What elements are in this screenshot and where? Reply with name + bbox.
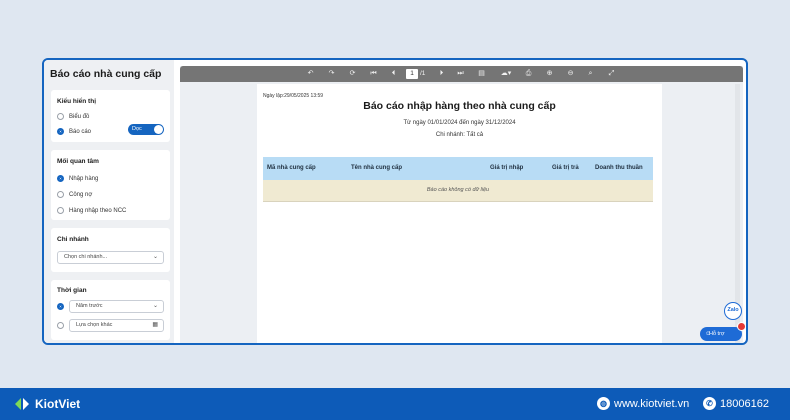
branch-select[interactable]: Chọn chi nhánh... ⌄ (57, 251, 164, 264)
display-option-chart-label: Biểu đồ (69, 113, 90, 120)
radio-debt[interactable] (57, 191, 64, 198)
kiotviet-logo-icon (15, 398, 29, 410)
globe-icon: ◍ (597, 397, 610, 410)
orientation-toggle-label: Dọc (132, 126, 142, 132)
concern-option-purchase-label: Nhập hàng (69, 175, 99, 182)
filter-sidebar: Báo cáo nhà cung cấp Kiểu hiển thị Biểu … (44, 60, 174, 343)
time-custom-picker[interactable]: Lựa chọn khác ▦ (69, 319, 164, 332)
zoom-out-icon[interactable]: ⊖ (565, 69, 576, 79)
fullscreen-icon[interactable]: ⤢ (606, 69, 617, 79)
report-branch: Chi nhánh: Tất cả (435, 132, 484, 138)
radio-purchase[interactable] (57, 175, 64, 182)
app-frame: Báo cáo nhà cung cấp Kiểu hiển thị Biểu … (42, 58, 748, 345)
concern-option-debt-label: Công nợ (69, 191, 93, 198)
concern-option-debt[interactable]: Công nợ (57, 191, 92, 198)
notification-dot (737, 322, 746, 331)
column-header: Doanh thu thuần (595, 165, 643, 171)
chevron-down-icon: ⌄ (152, 254, 158, 260)
phone-icon: ✆ (703, 397, 716, 410)
prev-page-icon[interactable]: ⏴ (388, 69, 399, 79)
search-icon[interactable]: ⌕ (585, 69, 596, 79)
empty-message: Báo cáo không có dữ liệu (426, 187, 490, 193)
toggle-knob (154, 125, 163, 134)
branch-title: Chi nhánh (57, 236, 89, 243)
document-icon[interactable]: ▤ (476, 69, 487, 79)
refresh-icon[interactable]: ⟳ (347, 69, 358, 79)
page-title: Báo cáo nhà cung cấp (50, 68, 162, 80)
column-header: Mã nhà cung cấp (267, 165, 316, 171)
branch-card: Chi nhánh Chọn chi nhánh... ⌄ (51, 228, 170, 272)
column-header: Giá trị nhập (490, 165, 524, 171)
undo-icon[interactable]: ↶ (305, 69, 316, 79)
report-viewer: ↶ ↷ ⟳ ⏮ ⏴ 1 /1 ⏵ ⏭ ▤ ☁▾ ⎙ ⊕ ⊖ ⌕ ⤢ Ngày l… (180, 66, 743, 343)
viewer-toolbar: ↶ ↷ ⟳ ⏮ ⏴ 1 /1 ⏵ ⏭ ▤ ☁▾ ⎙ ⊕ ⊖ ⌕ ⤢ (180, 66, 743, 82)
concern-option-by-supplier[interactable]: Hàng nhập theo NCC (57, 207, 126, 214)
time-custom-value: Lựa chọn khác (76, 322, 113, 328)
display-option-chart[interactable]: Biểu đồ (57, 113, 89, 120)
column-header: Giá trị trả (552, 165, 579, 171)
display-option-report[interactable]: Báo cáo (57, 128, 91, 135)
calendar-icon: ▦ (152, 322, 158, 328)
radio-report[interactable] (57, 128, 64, 135)
report-date-range: Từ ngày 01/01/2024 đến ngày 31/12/2024 (403, 120, 516, 126)
column-header: Tên nhà cung cấp (351, 165, 403, 171)
hotline-info: ✆ 18006162 (703, 397, 769, 410)
first-page-icon[interactable]: ⏮ (368, 69, 379, 79)
display-type-title: Kiểu hiển thị (57, 98, 96, 105)
redo-icon[interactable]: ↷ (326, 69, 337, 79)
zalo-label: Zalo (727, 307, 739, 313)
time-card: Thời gian Năm trước ⌄ Lựa chọn khác ▦ (51, 280, 170, 340)
zalo-chat-button[interactable]: Zalo (724, 302, 742, 320)
zoom-in-icon[interactable]: ⊕ (544, 69, 555, 79)
brand-name: KiotViet (35, 397, 81, 411)
website-info: ◍ www.kiotviet.vn (597, 397, 689, 410)
time-preset-value: Năm trước (76, 303, 103, 309)
hotline-text: 18006162 (720, 397, 769, 410)
export-icon[interactable]: ☁▾ (498, 69, 514, 79)
brand-footer: KiotViet ◍ www.kiotviet.vn ✆ 18006162 (0, 388, 790, 420)
radio-chart[interactable] (57, 113, 64, 120)
radio-time-preset[interactable] (57, 303, 64, 310)
website-text: www.kiotviet.vn (614, 397, 690, 410)
report-table-header: Mã nhà cung cấp Tên nhà cung cấp Giá trị… (263, 157, 653, 180)
radio-by-supplier[interactable] (57, 207, 64, 214)
radio-time-custom[interactable] (57, 322, 64, 329)
time-preset-select[interactable]: Năm trước ⌄ (69, 300, 164, 313)
chevron-down-icon: ⌄ (152, 303, 158, 309)
report-title: Báo cáo nhập hàng theo nhà cung cấp (363, 100, 556, 112)
concern-option-purchase[interactable]: Nhập hàng (57, 175, 98, 182)
report-print-date: Ngày lập:29/05/2025 13:59 (263, 93, 324, 99)
report-page: Ngày lập:29/05/2025 13:59 Báo cáo nhập h… (257, 84, 662, 343)
concern-card: Mối quan tâm Nhập hàng Công nợ Hàng nhập… (51, 150, 170, 220)
page-total: /1 (420, 70, 426, 77)
branch-select-value: Chọn chi nhánh... (64, 254, 108, 260)
kiotviet-logo: KiotViet (14, 396, 80, 412)
last-page-icon[interactable]: ⏭ (455, 69, 466, 79)
print-icon[interactable]: ⎙ (523, 69, 534, 79)
display-option-report-label: Báo cáo (69, 128, 92, 135)
concern-option-by-supplier-label: Hàng nhập theo NCC (69, 207, 127, 214)
support-label: Hỗ trợ (709, 331, 725, 337)
chat-icon: ☺ (705, 331, 712, 337)
report-empty-row: Báo cáo không có dữ liệu (263, 180, 653, 202)
support-button[interactable]: ☺ Hỗ trợ (700, 327, 742, 341)
page-number-input[interactable]: 1 (406, 69, 418, 79)
next-page-icon[interactable]: ⏵ (436, 69, 447, 79)
orientation-toggle[interactable]: Dọc (128, 124, 164, 135)
display-type-card: Kiểu hiển thị Biểu đồ Báo cáo Dọc (51, 90, 170, 142)
time-title: Thời gian (57, 287, 87, 294)
concern-title: Mối quan tâm (57, 158, 99, 165)
